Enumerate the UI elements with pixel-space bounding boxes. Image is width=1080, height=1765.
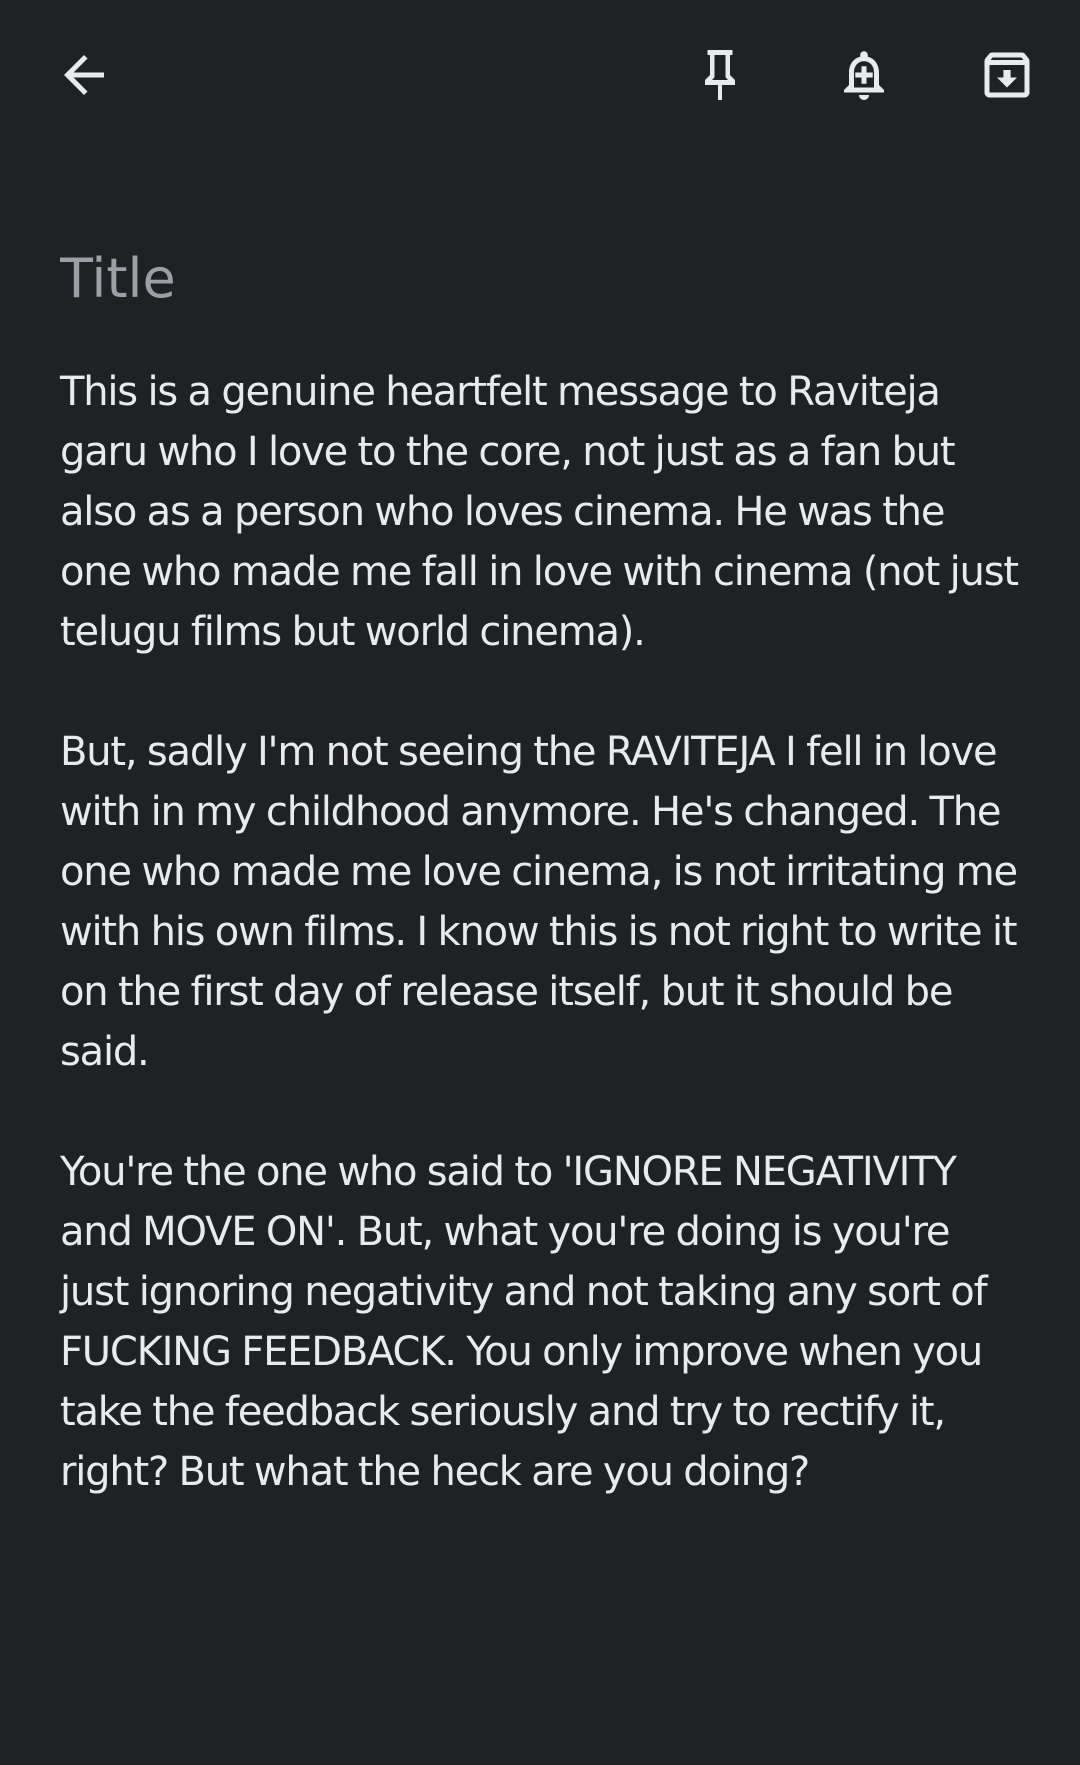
note-paragraph: You're the one who said to 'IGNORE NEGAT… bbox=[60, 1149, 988, 1495]
pushpin-icon bbox=[705, 50, 735, 100]
note-paragraph: This is a genuine heartfelt message to R… bbox=[60, 369, 1019, 655]
pin-button[interactable] bbox=[680, 35, 760, 115]
note-body[interactable]: This is a genuine heartfelt message to R… bbox=[60, 362, 1020, 1502]
archive-icon bbox=[984, 52, 1030, 98]
add-alert-icon bbox=[844, 51, 884, 100]
note-paragraph: But, sadly I'm not seeing the RAVITEJA I… bbox=[60, 729, 1018, 1075]
top-toolbar bbox=[0, 0, 1080, 150]
title-input[interactable] bbox=[60, 238, 1020, 318]
note-editor-screen: This is a genuine heartfelt message to R… bbox=[0, 0, 1080, 1765]
back-button[interactable] bbox=[44, 35, 124, 115]
arrow-left-icon bbox=[64, 55, 104, 95]
reminder-button[interactable] bbox=[824, 35, 904, 115]
archive-button[interactable] bbox=[967, 35, 1047, 115]
